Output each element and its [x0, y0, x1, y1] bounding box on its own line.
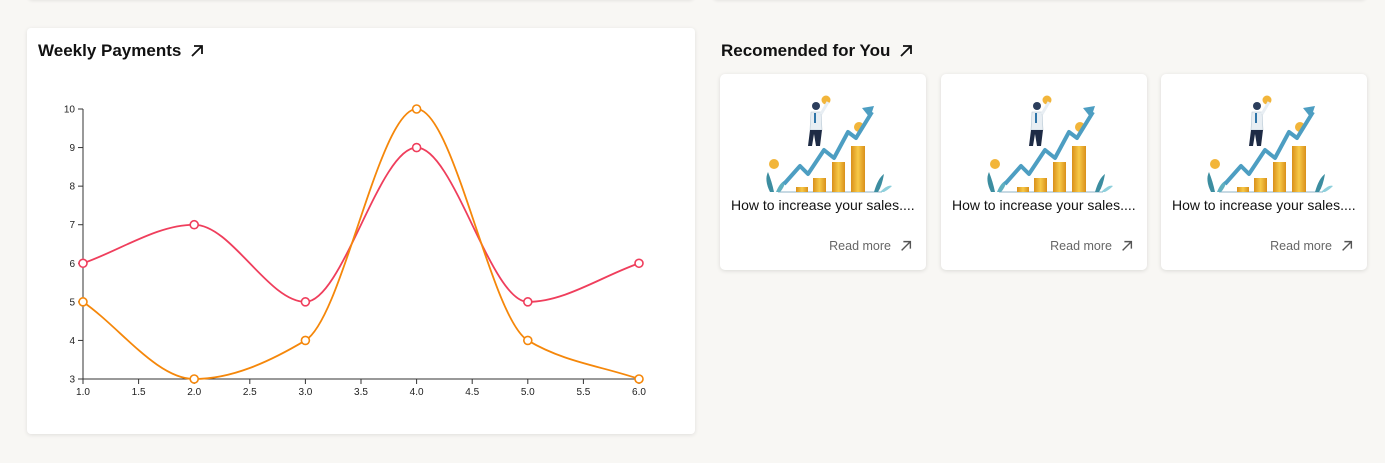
read-more-link[interactable]: Read more: [1050, 239, 1134, 253]
data-point: [300, 297, 311, 307]
x-tick-label: 4.5: [465, 387, 479, 398]
arrow-up-right-icon: [901, 240, 912, 251]
data-point: [522, 297, 533, 307]
data-point: [78, 258, 88, 269]
recommendation-card[interactable]: How to increase your sales.... Read more: [941, 74, 1147, 270]
read-more-label: Read more: [1270, 239, 1332, 253]
read-more-link[interactable]: Read more: [1270, 239, 1354, 253]
y-tick-label: 10: [64, 105, 76, 116]
x-tick-label: 2.5: [243, 387, 257, 398]
read-more-link[interactable]: Read more: [829, 239, 913, 253]
x-tick-label: 6.0: [632, 387, 646, 398]
data-point: [189, 219, 199, 230]
x-tick-label: 5.5: [576, 387, 590, 398]
read-more-label: Read more: [1050, 239, 1112, 253]
arrow-up-right-icon: [1342, 240, 1353, 251]
x-tick-label: 1.0: [76, 387, 90, 398]
x-tick-label: 3.0: [298, 387, 312, 398]
sales-growth-illustration: [764, 93, 894, 194]
y-tick-label: 4: [69, 336, 75, 347]
sales-growth-illustration: [1205, 93, 1335, 194]
data-point: [411, 142, 422, 153]
data-point: [634, 374, 644, 384]
data-point: [522, 335, 533, 346]
data-point: [634, 258, 644, 269]
series-line-1: [82, 146, 640, 303]
series-line-2: [82, 108, 640, 380]
read-more-label: Read more: [829, 239, 891, 253]
x-tick-label: 3.5: [354, 387, 368, 398]
y-tick-label: 6: [69, 259, 75, 270]
sales-growth-illustration: [985, 93, 1115, 194]
recommendation-text: How to increase your sales....: [952, 197, 1136, 213]
recommendation-text: How to increase your sales....: [731, 197, 915, 213]
x-tick-label: 5.0: [521, 387, 535, 398]
arrow-up-right-icon[interactable]: [898, 43, 914, 59]
data-point: [411, 104, 422, 114]
x-tick-label: 2.0: [187, 387, 201, 398]
recommended-title: Recomended for You: [721, 41, 891, 60]
data-point: [78, 297, 88, 307]
recommended-header[interactable]: Recomended for You: [721, 41, 914, 61]
x-tick-label: 1.5: [132, 387, 146, 398]
y-tick-label: 5: [69, 297, 75, 308]
weekly-payments-chart: 3 4 5 6 7 8 9 10 1.0 1.5 2.0 2.5 3.0 3.5 4.0 4.5 5.0 5.5 6…: [64, 104, 646, 398]
y-tick-label: 3: [69, 375, 75, 386]
weekly-payments-panel: Weekly Payments 3 4 5 6 7 8 9 10 1.0 1.5 2.0 2.5 3.0…: [27, 28, 695, 434]
y-tick-label: 7: [69, 220, 75, 231]
y-tick-label: 8: [69, 182, 75, 193]
data-point: [300, 335, 311, 346]
data-point: [189, 374, 199, 384]
recommendation-text: How to increase your sales....: [1172, 197, 1356, 213]
recommendation-card[interactable]: How to increase your sales.... Read more: [1161, 74, 1367, 270]
x-tick-label: 4.0: [410, 387, 424, 398]
recommendation-card[interactable]: How to increase your sales.... Read more: [720, 74, 926, 270]
arrow-up-right-icon: [1122, 240, 1133, 251]
y-tick-label: 9: [69, 143, 75, 154]
